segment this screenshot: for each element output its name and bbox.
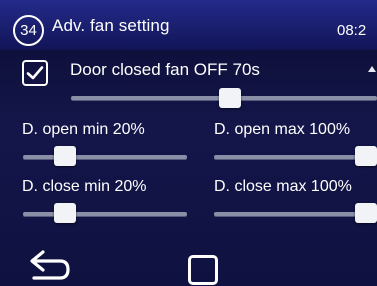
door-open-max-slider-track[interactable] — [214, 155, 377, 159]
page-title: Adv. fan setting — [52, 16, 170, 35]
door-close-max-label: D. close max 100% — [214, 178, 352, 195]
door-close-max-slider-track[interactable] — [214, 212, 377, 216]
door-open-min-slider-knob[interactable] — [54, 146, 77, 166]
page-number: 34 — [20, 22, 37, 39]
door-close-min-slider-knob[interactable] — [54, 203, 77, 223]
header-bar: 34 Adv. fan setting 08:2 — [0, 0, 377, 50]
home-button[interactable] — [188, 255, 218, 285]
back-button[interactable] — [28, 248, 72, 286]
screen: 34 Adv. fan setting 08:2 Door closed fan… — [0, 0, 377, 286]
door-closed-fan-checkbox[interactable] — [22, 60, 48, 86]
check-icon — [26, 66, 44, 80]
door-open-min-slider-track[interactable] — [23, 155, 187, 159]
clock: 08:2 — [337, 22, 367, 39]
door-open-max-label: D. open max 100% — [214, 121, 351, 138]
scroll-indicator-icon — [368, 66, 376, 72]
door-closed-fan-label: Door closed fan OFF 70s — [70, 60, 260, 79]
door-close-max-slider-knob[interactable] — [355, 203, 377, 223]
door-close-min-slider-track[interactable] — [23, 212, 187, 216]
back-arrow-icon — [30, 250, 70, 280]
door-closed-fan-slider-knob[interactable] — [218, 88, 241, 108]
door-open-min-label: D. open min 20% — [22, 121, 145, 138]
page-number-badge: 34 — [13, 15, 44, 46]
door-open-max-slider-knob[interactable] — [355, 146, 377, 166]
door-close-min-label: D. close min 20% — [22, 178, 147, 195]
